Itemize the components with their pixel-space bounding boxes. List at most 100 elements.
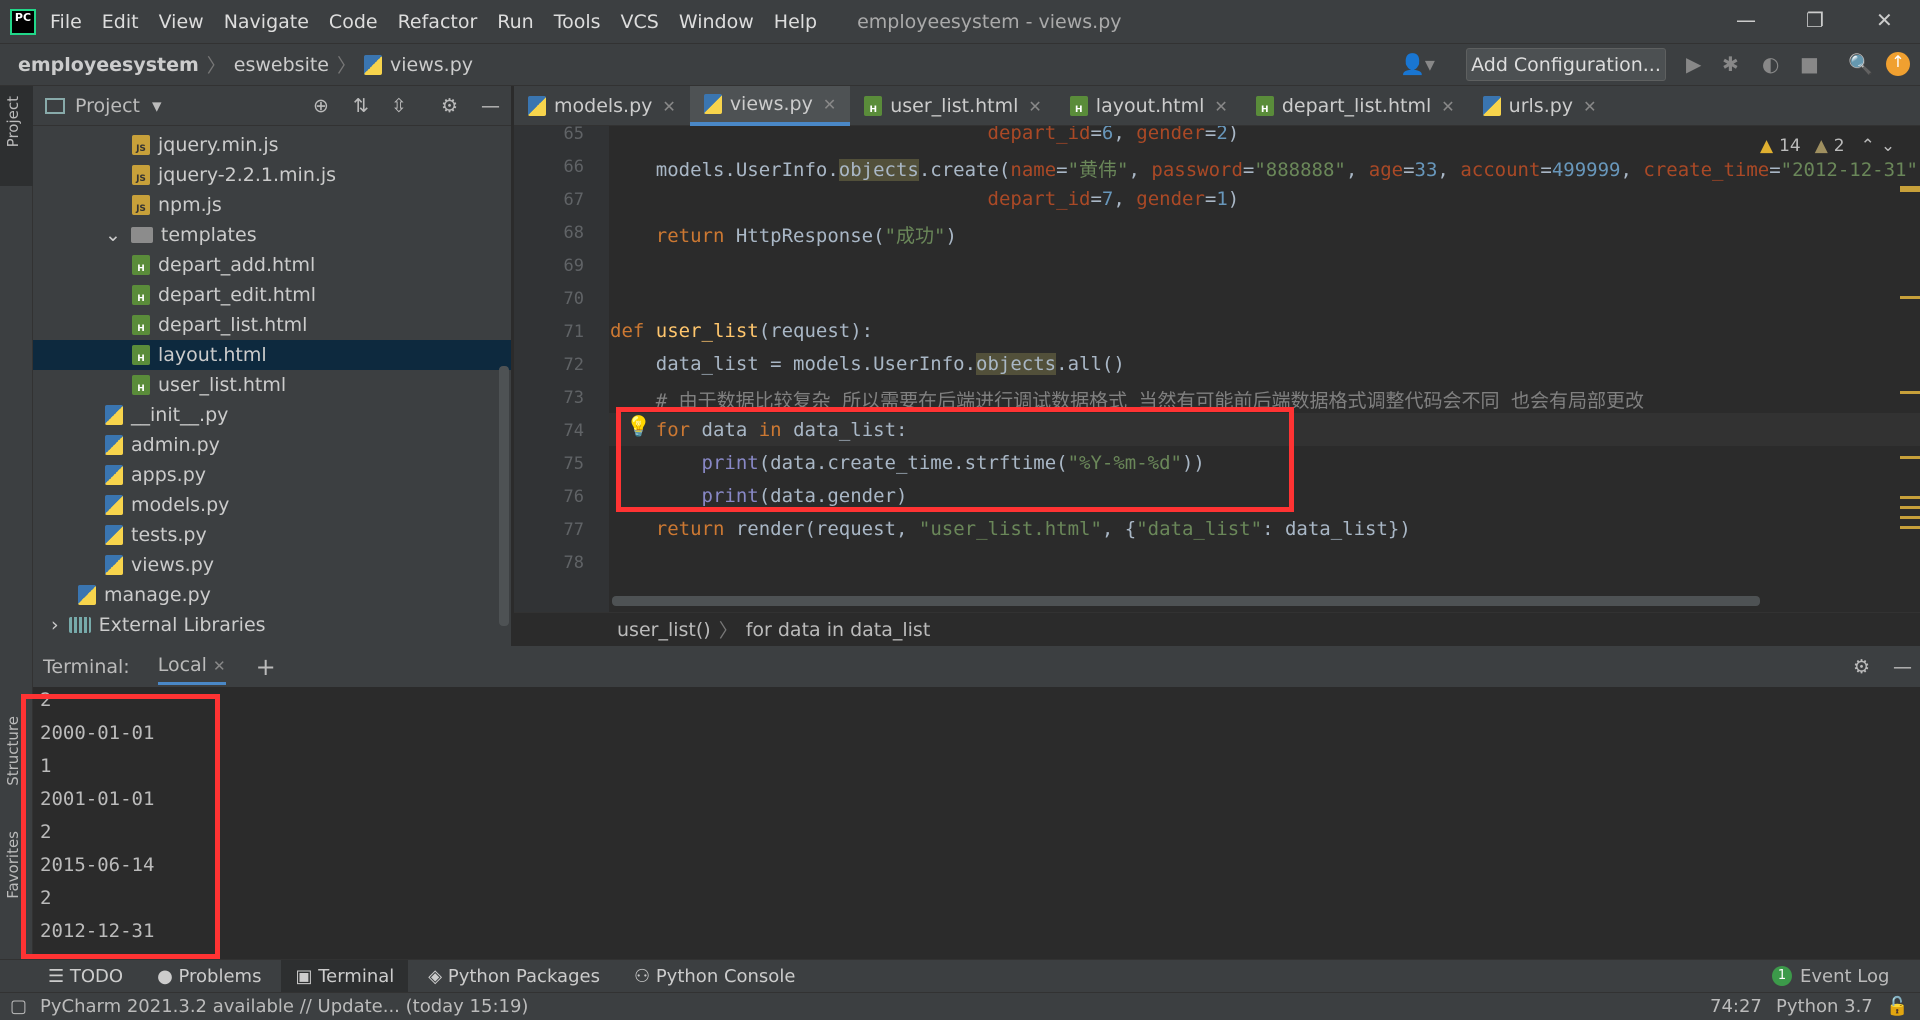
tree-item[interactable]: views.py [33, 550, 214, 580]
tree-item[interactable]: Hdepart_list.html [33, 310, 307, 340]
menu-help[interactable]: Help [774, 11, 817, 33]
menu-edit[interactable]: Edit [102, 11, 139, 33]
tab-models-py[interactable]: models.py ✕ [514, 86, 690, 126]
menu-refactor[interactable]: Refactor [398, 11, 478, 33]
code-editor[interactable]: 65 depart_id=6, gender=2) 66 models.UserI… [514, 126, 1920, 612]
stop-icon[interactable]: ■ [1800, 52, 1819, 76]
status-message[interactable]: PyCharm 2021.3.2 available // Update... … [40, 996, 528, 1017]
problems-tool-button[interactable]: ● Problems [157, 966, 261, 987]
tree-item[interactable]: apps.py [33, 460, 206, 490]
event-log-button[interactable]: 1 Event Log [1772, 966, 1889, 987]
code-line[interactable]: data_list = models.UserInfo.objects.all(… [610, 353, 1125, 375]
terminal-tool-button[interactable]: ▣ Terminal [281, 959, 409, 993]
weak-warning-icon: ▲ [1814, 136, 1828, 156]
tree-item[interactable]: admin.py [33, 430, 220, 460]
expand-all-icon[interactable]: ⇅ [353, 95, 369, 117]
tree-item[interactable]: tests.py [33, 520, 207, 550]
add-configuration-button[interactable]: Add Configuration... [1466, 48, 1666, 81]
gear-icon[interactable]: ⚙ [441, 95, 458, 117]
tab-depart_list-html[interactable]: Hdepart_list.html ✕ [1242, 86, 1469, 126]
close-tab-icon[interactable]: ✕ [213, 657, 226, 675]
tree-item[interactable]: JS jquery-2.2.1.min.js [33, 160, 336, 190]
close-tab-icon[interactable]: ✕ [1441, 97, 1454, 116]
python-packages-tool-button[interactable]: ◈ Python Packages [428, 966, 600, 987]
new-terminal-icon[interactable]: + [256, 653, 276, 681]
menu-code[interactable]: Code [329, 11, 378, 33]
toggle-tool-windows-icon[interactable]: ▢ [10, 996, 27, 1017]
close-tab-icon[interactable]: ✕ [823, 95, 836, 114]
tab-views-py[interactable]: views.py ✕ [689, 86, 851, 126]
debug-icon[interactable]: ✱ [1722, 52, 1739, 76]
project-tool-tab[interactable]: Project [4, 96, 22, 147]
hide-icon[interactable]: — [481, 95, 500, 117]
breadcrumb-folder[interactable]: eswebsite [234, 54, 329, 76]
update-icon[interactable]: ↑ [1886, 52, 1910, 76]
tree-item[interactable]: manage.py [33, 580, 211, 610]
previous-highlight-icon[interactable]: ⌃ [1861, 136, 1875, 156]
terminal-tab-local[interactable]: Local ✕ [157, 648, 226, 685]
gear-icon[interactable]: ⚙ [1853, 656, 1870, 678]
horizontal-scrollbar[interactable] [612, 596, 1760, 606]
breadcrumb-file[interactable]: views.py [390, 54, 473, 76]
tree-item[interactable]: Hdepart_edit.html [33, 280, 316, 310]
tree-item[interactable]: models.py [33, 490, 229, 520]
code-line[interactable]: depart_id=6, gender=2) [610, 126, 1240, 144]
menu-view[interactable]: View [159, 11, 204, 33]
run-icon[interactable]: ▶ [1686, 52, 1701, 76]
tab-urls-py[interactable]: urls.py ✕ [1469, 86, 1611, 126]
tree-item[interactable]: Hlayout.html [33, 340, 511, 370]
hide-icon[interactable]: — [1893, 656, 1912, 678]
tree-item[interactable]: Hdepart_add.html [33, 250, 315, 280]
terminal-output[interactable]: 2 2000-01-01 1 2001-01-01 2 2015-06-14 2 2012-1… [33, 687, 1920, 959]
breadcrumb-loop[interactable]: for data in data_list [746, 619, 931, 641]
tree-item[interactable]: JS npm.js [33, 190, 222, 220]
lock-icon[interactable]: 🔓 [1886, 996, 1908, 1017]
user-icon[interactable]: 👤▾ [1400, 52, 1435, 76]
tab-user_list-html[interactable]: Huser_list.html ✕ [850, 86, 1056, 126]
close-tab-icon[interactable]: ✕ [1028, 97, 1041, 116]
breadcrumb-project[interactable]: employeesystem [18, 54, 199, 76]
close-tab-icon[interactable]: ✕ [662, 97, 675, 116]
project-view-selector[interactable]: Project [75, 95, 140, 117]
menu-run[interactable]: Run [497, 11, 533, 33]
python-console-tool-button[interactable]: ⚇ Python Console [634, 966, 795, 987]
code-line[interactable]: models.UserInfo.objects.create(name="黄伟"… [610, 155, 1920, 182]
chevron-right-icon[interactable]: › [51, 614, 59, 636]
close-icon[interactable]: ✕ [1876, 8, 1893, 32]
breadcrumb-function[interactable]: user_list() [617, 619, 711, 641]
favorites-tool-tab[interactable]: Favorites [4, 831, 22, 899]
tree-item[interactable]: ⌄ templates [33, 220, 257, 250]
tab-layout-html[interactable]: Hlayout.html ✕ [1056, 86, 1242, 126]
todo-tool-button[interactable]: ☰ TODO [48, 966, 123, 987]
code-line[interactable]: return render(request, "user_list.html",… [610, 518, 1411, 540]
close-tab-icon[interactable]: ✕ [1214, 97, 1227, 116]
search-icon[interactable]: 🔍 [1848, 52, 1873, 76]
menu-vcs[interactable]: VCS [621, 11, 659, 33]
code-line[interactable]: depart_id=7, gender=1) [610, 188, 1240, 210]
next-highlight-icon[interactable]: ⌄ [1881, 136, 1895, 156]
code-line[interactable]: return HttpResponse("成功") [610, 221, 957, 248]
tree-item[interactable]: JS jquery.min.js [33, 130, 279, 160]
weak-warning-count[interactable]: 2 [1834, 136, 1845, 156]
menu-navigate[interactable]: Navigate [224, 11, 309, 33]
minimize-icon[interactable]: — [1736, 8, 1756, 32]
tree-item[interactable]: › External Libraries [33, 610, 266, 640]
code-line[interactable]: def user_list(request): [610, 320, 873, 342]
locate-icon[interactable]: ⊕ [313, 95, 329, 117]
warning-count[interactable]: 14 [1779, 136, 1801, 156]
menu-window[interactable]: Window [679, 11, 754, 33]
tree-item[interactable]: __init__.py [33, 400, 228, 430]
close-tab-icon[interactable]: ✕ [1583, 97, 1596, 116]
tree-item-label: apps.py [131, 464, 207, 486]
collapse-all-icon[interactable]: ⇳ [391, 95, 407, 117]
project-scrollbar[interactable] [499, 366, 509, 626]
structure-tool-tab[interactable]: Structure [4, 716, 22, 786]
restore-icon[interactable]: ❐ [1806, 8, 1824, 32]
chevron-down-icon[interactable]: ⌄ [105, 224, 121, 246]
tree-item[interactable]: Huser_list.html [33, 370, 286, 400]
python-interpreter[interactable]: Python 3.7 [1776, 996, 1873, 1017]
coverage-icon[interactable]: ◐ [1762, 52, 1779, 76]
menu-tools[interactable]: Tools [554, 11, 601, 33]
caret-position[interactable]: 74:27 [1710, 996, 1762, 1017]
menu-file[interactable]: File [50, 11, 82, 33]
